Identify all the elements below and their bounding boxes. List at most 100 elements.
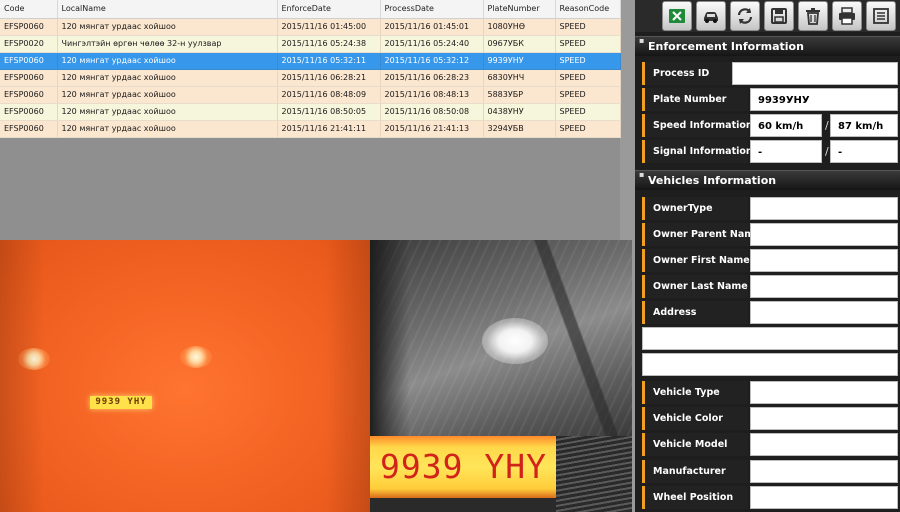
cell-plate-number: 0438УНУ bbox=[483, 103, 556, 121]
process-id-field[interactable] bbox=[732, 62, 898, 85]
column-header-reason-code[interactable]: ReasonCode bbox=[555, 0, 621, 19]
signal-value-field[interactable]: - bbox=[750, 140, 822, 163]
cell-reason-code: SPEED bbox=[555, 103, 621, 121]
list-button[interactable] bbox=[866, 1, 896, 31]
wheel-position-label: Wheel Position bbox=[642, 486, 748, 509]
plate-crop-bumper bbox=[370, 498, 556, 512]
cell-code: EFSP0060 bbox=[0, 86, 58, 104]
trash-icon bbox=[806, 8, 820, 25]
cell-local-name: 120 мянгат урдаас хойшоо bbox=[57, 120, 278, 138]
cell-process-date: 2015/11/16 21:41:13 bbox=[380, 120, 484, 138]
speed-separator: / bbox=[825, 119, 829, 132]
cell-plate-number: 0967УБК bbox=[483, 35, 556, 53]
cell-local-name: 120 мянгат урдаас хойшоо bbox=[57, 52, 278, 70]
signal-value2-field[interactable]: - bbox=[830, 140, 898, 163]
color-camera-image[interactable] bbox=[370, 240, 632, 436]
table-row[interactable]: EFSP0060 120 мянгат урдаас хойшоо 2015/1… bbox=[0, 120, 621, 138]
address-line-2-field[interactable] bbox=[642, 327, 898, 350]
owner-type-field[interactable] bbox=[750, 197, 898, 220]
delete-button[interactable] bbox=[798, 1, 828, 31]
column-header-plate-number[interactable]: PlateNumber bbox=[483, 0, 556, 19]
vehicle-headlight-glare bbox=[482, 318, 548, 364]
app-window: Code LocalName EnforceDate ProcessDate P… bbox=[0, 0, 900, 512]
cell-plate-number: 3294УБВ bbox=[483, 120, 556, 138]
vehicle-model-label: Vehicle Model bbox=[642, 433, 748, 456]
cell-enforce-date: 2015/11/16 21:41:11 bbox=[277, 120, 381, 138]
table-row[interactable]: EFSP0020 Чингэлтэйн өргөн чөлөө 32-н уул… bbox=[0, 35, 621, 53]
cell-process-date: 2015/11/16 08:50:08 bbox=[380, 103, 484, 121]
save-button[interactable] bbox=[764, 1, 794, 31]
table-row[interactable]: EFSP0060 120 мянгат урдаас хойшоо 2015/1… bbox=[0, 86, 621, 104]
violations-table: Code LocalName EnforceDate ProcessDate P… bbox=[0, 0, 621, 138]
cell-code: EFSP0060 bbox=[0, 69, 58, 87]
cell-process-date: 2015/11/16 05:32:12 bbox=[380, 52, 484, 70]
cell-plate-number: 6830УНЧ bbox=[483, 69, 556, 87]
ir-vignette bbox=[0, 240, 370, 512]
speed-information-label: Speed Information bbox=[642, 114, 753, 137]
address-field[interactable] bbox=[750, 301, 898, 324]
speed-value-field[interactable]: 60 km/h bbox=[750, 114, 822, 137]
address-line-3-field[interactable] bbox=[642, 353, 898, 376]
cell-process-date: 2015/11/16 08:48:13 bbox=[380, 86, 484, 104]
manufacturer-field[interactable] bbox=[750, 460, 898, 483]
save-icon bbox=[771, 8, 787, 24]
column-header-process-date[interactable]: ProcessDate bbox=[380, 0, 484, 19]
section-dot-icon: ▪ bbox=[639, 170, 645, 179]
ir-license-plate: 9939 YHY bbox=[90, 396, 152, 409]
owner-first-name-field[interactable] bbox=[750, 249, 898, 272]
enforcement-section-header: ▪ Enforcement Information bbox=[635, 36, 900, 56]
table-row[interactable]: EFSP0060 120 мянгат урдаас хойшоо 2015/1… bbox=[0, 69, 621, 87]
wheel-position-field[interactable] bbox=[750, 486, 898, 509]
plate-crop-grille bbox=[556, 436, 632, 512]
plate-number-field[interactable]: 9939УНУ bbox=[750, 88, 898, 111]
owner-parent-name-label: Owner Parent Name bbox=[642, 223, 761, 246]
print-button[interactable] bbox=[832, 1, 862, 31]
cell-local-name: 120 мянгат урдаас хойшоо bbox=[57, 69, 278, 87]
details-panel: ▪ Enforcement Information Process ID Pla… bbox=[635, 0, 900, 512]
column-header-code[interactable]: Code bbox=[0, 0, 58, 19]
column-header-enforce-date[interactable]: EnforceDate bbox=[277, 0, 381, 19]
cell-plate-number: 9939УНУ bbox=[483, 52, 556, 70]
vehicle-color-label: Vehicle Color bbox=[642, 407, 748, 430]
owner-parent-name-field[interactable] bbox=[750, 223, 898, 246]
export-excel-button[interactable] bbox=[662, 1, 692, 31]
section-dot-icon: ▪ bbox=[639, 36, 645, 45]
cell-enforce-date: 2015/11/16 01:45:00 bbox=[277, 18, 381, 36]
plate-crop-background: 9939 YHY bbox=[370, 436, 556, 498]
cell-reason-code: SPEED bbox=[555, 18, 621, 36]
right-headlamp-glow bbox=[180, 346, 212, 368]
cell-enforce-date: 2015/11/16 08:50:05 bbox=[277, 103, 381, 121]
ir-camera-image[interactable]: 9939 YHY bbox=[0, 240, 370, 512]
table-row[interactable]: EFSP0060 120 мянгат урдаас хойшоо 2015/1… bbox=[0, 103, 621, 121]
list-icon bbox=[873, 8, 889, 24]
owner-type-label: OwnerType bbox=[642, 197, 748, 220]
cell-plate-number: 1080УНӨ bbox=[483, 18, 556, 36]
owner-last-name-field[interactable] bbox=[750, 275, 898, 298]
vehicle-button[interactable] bbox=[696, 1, 726, 31]
cell-enforce-date: 2015/11/16 05:24:38 bbox=[277, 35, 381, 53]
cell-local-name: Чингэлтэйн өргөн чөлөө 32-н уулзвар bbox=[57, 35, 278, 53]
cell-local-name: 120 мянгат урдаас хойшоо bbox=[57, 103, 278, 121]
signal-separator: / bbox=[825, 145, 829, 158]
refresh-button[interactable] bbox=[730, 1, 760, 31]
vehicles-section-header: ▪ Vehicles Information bbox=[635, 170, 900, 190]
vehicle-type-label: Vehicle Type bbox=[642, 381, 748, 404]
cell-process-date: 2015/11/16 05:24:40 bbox=[380, 35, 484, 53]
column-header-local-name[interactable]: LocalName bbox=[57, 0, 278, 19]
signal-information-label: Signal Information bbox=[642, 140, 753, 163]
plate-number-label: Plate Number bbox=[642, 88, 748, 111]
address-label: Address bbox=[642, 301, 748, 324]
owner-last-name-label: Owner Last Name bbox=[642, 275, 748, 298]
enforcement-section-title: Enforcement Information bbox=[648, 40, 804, 53]
speed-limit-field[interactable]: 87 km/h bbox=[830, 114, 898, 137]
vehicle-model-field[interactable] bbox=[750, 433, 898, 456]
vehicle-type-field[interactable] bbox=[750, 381, 898, 404]
cell-reason-code: SPEED bbox=[555, 86, 621, 104]
cell-enforce-date: 2015/11/16 08:48:09 bbox=[277, 86, 381, 104]
table-row-selected[interactable]: EFSP0060 120 мянгат урдаас хойшоо 2015/1… bbox=[0, 52, 621, 70]
plate-crop-text: 9939 YHY bbox=[380, 447, 547, 486]
table-row[interactable]: EFSP0060 120 мянгат урдаас хойшоо 2015/1… bbox=[0, 18, 621, 36]
violations-table-pane: Code LocalName EnforceDate ProcessDate P… bbox=[0, 0, 621, 240]
vehicle-color-field[interactable] bbox=[750, 407, 898, 430]
plate-crop-image[interactable]: 9939 YHY bbox=[370, 436, 632, 512]
